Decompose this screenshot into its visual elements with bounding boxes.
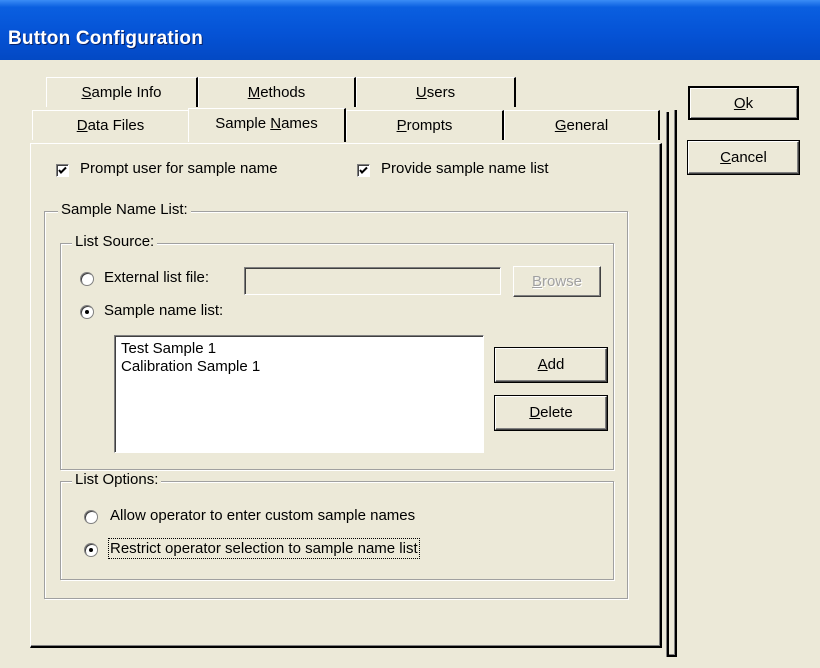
panel-stack-edge-2 — [668, 110, 677, 657]
external-list-label: External list file: — [104, 269, 210, 286]
provide-list-checkbox[interactable] — [357, 164, 370, 177]
prompt-user-label: Prompt user for sample name — [80, 160, 278, 177]
add-button[interactable]: Add — [495, 348, 607, 382]
external-list-file-input[interactable] — [244, 267, 501, 295]
sample-name-list-legend: Sample Name List: — [58, 201, 191, 218]
list-item[interactable]: Calibration Sample 1 — [121, 358, 477, 376]
tab-methods[interactable]: Methods — [198, 77, 356, 107]
restrict-label: Restrict operator selection to sample na… — [108, 538, 420, 559]
tab-sample-info[interactable]: Sample Info — [46, 77, 198, 107]
provide-list-label: Provide sample name list — [381, 160, 549, 177]
sample-list-radio[interactable] — [80, 305, 94, 319]
list-options-group — [60, 481, 614, 580]
browse-button[interactable]: Browse — [513, 266, 601, 297]
list-source-legend: List Source: — [72, 233, 158, 250]
window-title: Button Configuration — [8, 28, 204, 49]
checkmark-icon — [58, 166, 67, 174]
radio-dot-icon — [89, 548, 93, 552]
allow-custom-label: Allow operator to enter custom sample na… — [110, 507, 416, 524]
prompt-user-checkbox[interactable] — [56, 164, 69, 177]
ok-button[interactable]: Ok — [688, 86, 799, 120]
list-item[interactable]: Test Sample 1 — [121, 340, 477, 358]
checkmark-icon — [359, 166, 368, 174]
allow-custom-radio[interactable] — [84, 510, 98, 524]
tab-prompts[interactable]: Prompts — [346, 110, 504, 140]
restrict-radio[interactable] — [84, 543, 98, 557]
sample-list-label: Sample name list: — [104, 302, 224, 319]
sample-name-listbox[interactable]: Test Sample 1 Calibration Sample 1 — [114, 335, 484, 453]
tab-sample-names[interactable]: Sample Names — [188, 108, 346, 142]
delete-button[interactable]: Delete — [495, 396, 607, 430]
radio-dot-icon — [85, 310, 89, 314]
tab-general[interactable]: General — [504, 110, 660, 140]
tab-users[interactable]: Users — [356, 77, 516, 107]
list-options-legend: List Options: — [72, 471, 162, 488]
cancel-button[interactable]: Cancel — [688, 141, 799, 174]
external-list-radio[interactable] — [80, 272, 94, 286]
tab-data-files[interactable]: Data Files — [32, 110, 190, 140]
